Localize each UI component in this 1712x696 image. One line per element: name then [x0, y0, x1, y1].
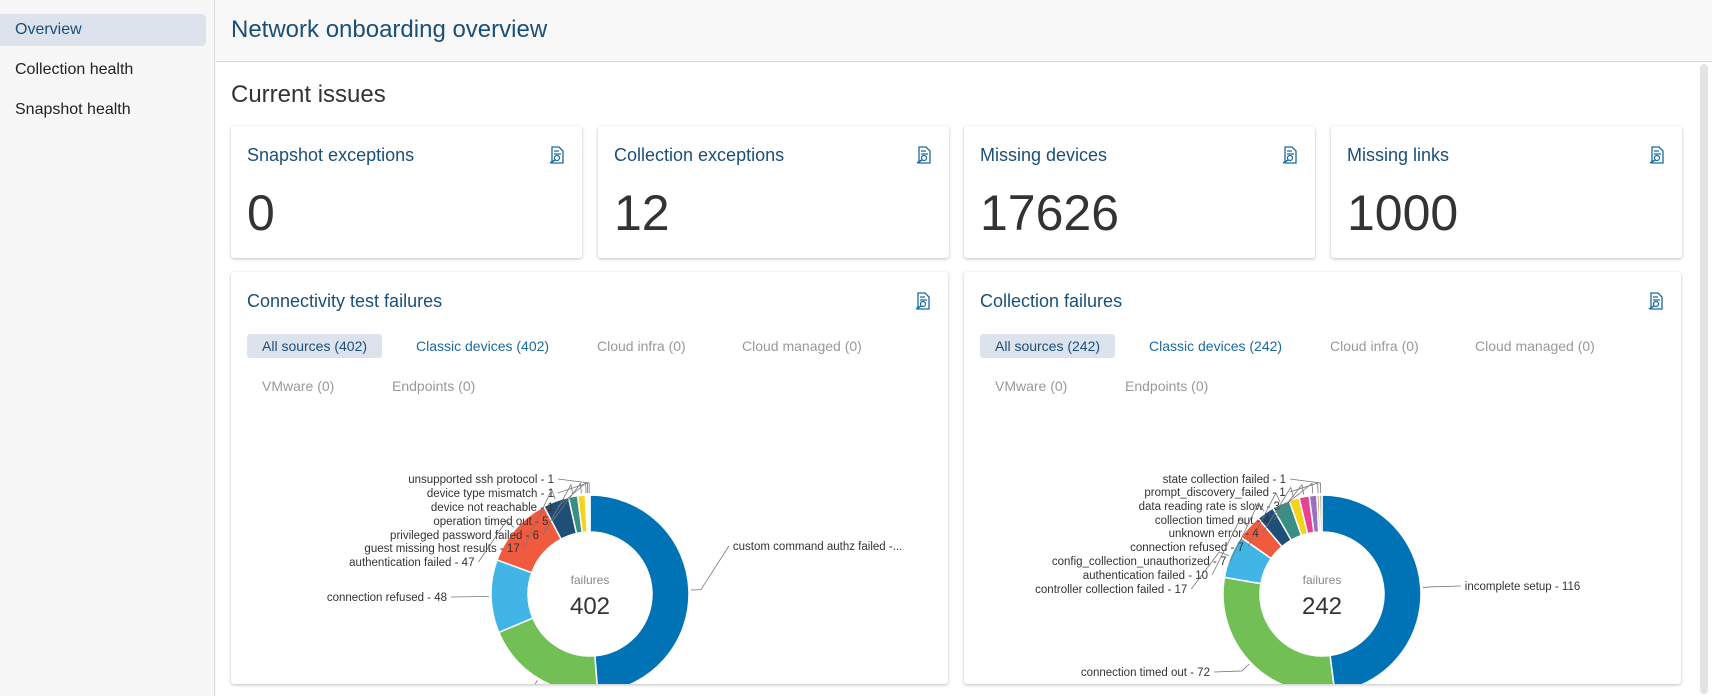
slice-label: device type mismatch - 1 [427, 488, 554, 500]
slice-label: privileged password failed - 6 [390, 530, 539, 542]
label-leader-line [534, 680, 538, 684]
donut-slice[interactable] [497, 617, 598, 684]
stat-card-collection-exceptions: Collection exceptions 12 [598, 126, 949, 258]
donut-slice[interactable] [589, 494, 690, 684]
panel-connectivity-test-failures: Connectivity test failures All sources (… [231, 272, 948, 684]
scrollbar[interactable] [1700, 64, 1708, 694]
label-leader-line [1422, 585, 1461, 588]
sidebar-item-overview[interactable]: Overview [0, 14, 206, 46]
label-leader-line [1289, 478, 1322, 494]
document-search-icon[interactable] [1648, 146, 1664, 164]
slice-label: unsupported ssh protocol - 1 [408, 474, 554, 486]
stat-card-snapshot-exceptions: Snapshot exceptions 0 [231, 126, 582, 258]
document-search-icon[interactable] [1281, 146, 1297, 164]
document-search-icon[interactable] [915, 146, 931, 164]
stat-card-missing-links: Missing links 1000 [1331, 126, 1682, 258]
donut-slice[interactable] [587, 494, 591, 533]
center-total: 242 [1302, 593, 1342, 620]
center-label: failures [571, 573, 610, 587]
slice-label: controller collection failed - 17 [1035, 584, 1187, 596]
panel-collection-failures: Collection failures All sources (242) Cla… [964, 272, 1681, 684]
card-value: 12 [614, 185, 670, 241]
card-title: Snapshot exceptions [247, 145, 415, 165]
slice-label: prompt_discovery_failed - 1 [1144, 487, 1285, 499]
section-title: Current issues [231, 81, 386, 108]
stat-card-missing-devices: Missing devices 17626 [964, 126, 1315, 258]
card-value: 1000 [1347, 185, 1459, 241]
slice-label: collection timed out - 4 [1155, 515, 1271, 527]
card-title: Missing links [1347, 145, 1450, 165]
slice-label: state collection failed - 1 [1163, 474, 1286, 486]
sidebar: Overview Collection health Snapshot heal… [0, 0, 215, 696]
center-total: 402 [570, 593, 610, 620]
sidebar-item-snapshot-health[interactable]: Snapshot health [0, 94, 206, 126]
slice-label: data reading rate is slow - 3 [1139, 501, 1280, 513]
main-content: Current issues Snapshot exceptions 0 Col… [216, 63, 1712, 696]
donut-chart: custom command authz failed -... device t… [327, 474, 902, 684]
sidebar-item-collection-health[interactable]: Collection health [0, 54, 206, 86]
slice-label: guest missing host results - 17 [364, 543, 519, 555]
label-leader-line [690, 545, 730, 591]
slice-label: device not reachable - 1 [431, 502, 554, 514]
card-value: 0 [247, 185, 275, 241]
slice-label: custom command authz failed -... [733, 541, 902, 553]
label-leader-line [1213, 663, 1250, 673]
page-title: Network onboarding overview [231, 16, 548, 43]
slice-label: connection timed out - 72 [1081, 667, 1210, 679]
card-value: 17626 [980, 185, 1120, 241]
label-leader-line [557, 478, 590, 494]
label-leader-line [1289, 482, 1319, 494]
card-title: Missing devices [980, 145, 1108, 165]
slice-label: connection refused - 48 [327, 592, 447, 604]
slice-label: operation timed out - 5 [433, 516, 548, 528]
donut-slice[interactable] [1321, 494, 1422, 684]
document-search-icon[interactable] [548, 146, 564, 164]
slice-label: authentication failed - 10 [1083, 570, 1208, 582]
slice-label: config_collection_unauthorized - 7 [1052, 556, 1227, 568]
slice-label: connection refused - 7 [1130, 542, 1244, 554]
donut-slice[interactable] [1318, 494, 1323, 533]
slice-label: authentication failed - 47 [349, 557, 474, 569]
donut-chart: incomplete setup - 116 connection timed o… [1035, 474, 1581, 684]
card-title: Collection exceptions [614, 145, 785, 165]
label-leader-line [557, 482, 589, 494]
center-label: failures [1303, 573, 1342, 587]
slice-label: incomplete setup - 116 [1465, 581, 1581, 593]
label-leader-line [451, 595, 490, 598]
header: Network onboarding overview [216, 0, 1712, 62]
